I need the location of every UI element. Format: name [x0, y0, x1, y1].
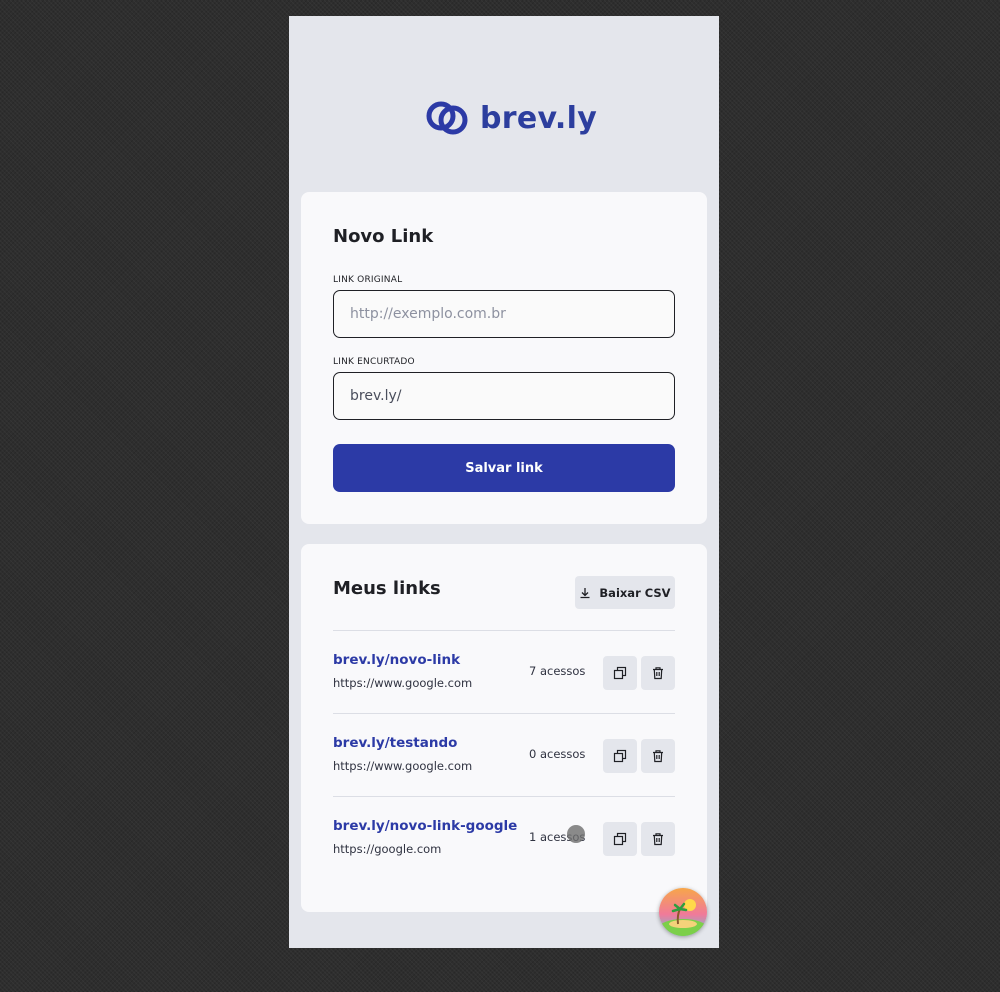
my-links-card: Meus links Baixar CSV brev.ly/novo-link …: [301, 544, 707, 912]
original-link-label: LINK ORIGINAL: [333, 275, 403, 285]
brand-name: brev.ly: [480, 100, 598, 136]
copy-icon: [613, 832, 627, 846]
short-link[interactable]: brev.ly/novo-link-google: [333, 818, 517, 834]
app-screen: brev.ly Novo Link LINK ORIGINAL LINK ENC…: [289, 16, 719, 948]
copy-link-button[interactable]: [603, 656, 637, 690]
original-link-input[interactable]: [350, 306, 674, 322]
delete-link-button[interactable]: [641, 656, 675, 690]
original-link-field[interactable]: [333, 290, 675, 338]
short-link[interactable]: brev.ly/testando: [333, 735, 457, 751]
copy-icon: [613, 749, 627, 763]
access-count: 0 acessos: [529, 747, 586, 761]
access-count: 7 acessos: [529, 664, 586, 678]
save-link-button[interactable]: Salvar link: [333, 444, 675, 492]
trash-icon: [653, 833, 663, 846]
original-url: https://www.google.com: [333, 759, 473, 773]
short-link-input[interactable]: [401, 388, 674, 404]
copy-icon: [613, 666, 627, 680]
download-csv-button[interactable]: Baixar CSV: [575, 576, 675, 609]
my-links-title: Meus links: [333, 578, 441, 599]
trash-icon: [653, 667, 663, 680]
trash-icon: [653, 750, 663, 763]
short-link-field[interactable]: brev.ly/: [333, 372, 675, 420]
copy-link-button[interactable]: [603, 822, 637, 856]
short-link-prefix: brev.ly/: [350, 388, 402, 404]
divider: [333, 630, 675, 631]
new-link-card: Novo Link LINK ORIGINAL LINK ENCURTADO b…: [301, 192, 707, 524]
original-url: https://google.com: [333, 842, 442, 856]
copy-link-button[interactable]: [603, 739, 637, 773]
divider: [333, 713, 675, 714]
mouse-cursor-indicator: [567, 825, 585, 843]
download-csv-label: Baixar CSV: [599, 585, 671, 600]
short-link[interactable]: brev.ly/novo-link: [333, 652, 460, 668]
delete-link-button[interactable]: [641, 822, 675, 856]
brand-logo-icon: [426, 101, 468, 135]
divider: [333, 796, 675, 797]
original-url: https://www.google.com: [333, 676, 473, 690]
new-link-title: Novo Link: [333, 226, 434, 247]
link-row: brev.ly/novo-link-google https://google.…: [333, 810, 675, 892]
delete-link-button[interactable]: [641, 739, 675, 773]
download-icon: [580, 587, 590, 598]
brand-logo: brev.ly: [424, 98, 597, 138]
floating-avatar-button[interactable]: [659, 888, 707, 936]
short-link-label: LINK ENCURTADO: [333, 357, 415, 367]
beach-avatar-icon: [659, 888, 707, 936]
